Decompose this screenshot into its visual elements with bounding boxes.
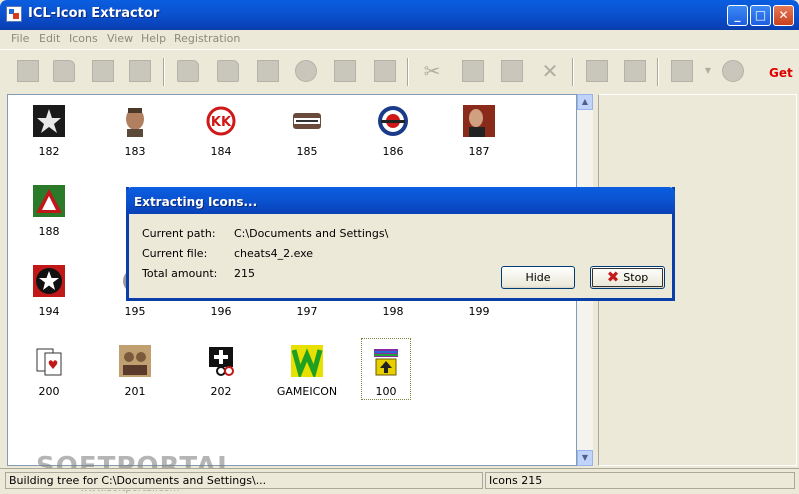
soldier-face-icon: [119, 105, 151, 137]
icon-cell[interactable]: 201: [100, 335, 170, 399]
app-icon: [6, 6, 22, 22]
title-bar[interactable]: ICL-Icon Extractor _ □ ✕: [0, 0, 799, 30]
icon-cell[interactable]: 183: [100, 95, 170, 159]
menu-file[interactable]: File: [11, 32, 29, 45]
icon-label: 100: [375, 385, 397, 398]
icon-cell[interactable]: 188: [14, 175, 84, 239]
stop-button[interactable]: ✖ Stop: [590, 266, 665, 289]
menu-view[interactable]: View: [107, 32, 133, 45]
stop-hand-icon[interactable]: [718, 56, 748, 86]
copy-icon[interactable]: [458, 56, 488, 86]
menu-bar: File Edit Icons View Help Registration: [0, 30, 799, 48]
icon-label: 186: [382, 145, 404, 158]
save-icon[interactable]: [88, 56, 118, 86]
puzzle-icon[interactable]: [253, 56, 283, 86]
hide-button[interactable]: Hide: [501, 266, 575, 289]
scroll-up-icon[interactable]: ▲: [577, 94, 593, 110]
stop-label: Stop: [623, 271, 649, 284]
icon-label: 201: [124, 385, 146, 398]
maximize-button[interactable]: □: [750, 5, 771, 26]
globe-icon[interactable]: [291, 56, 321, 86]
icon-cell[interactable]: ♥ 200: [14, 335, 84, 399]
current-path-label: Current path:: [142, 227, 216, 240]
delete-icon[interactable]: ✕: [535, 56, 565, 86]
winrar-box-icon: [370, 345, 402, 377]
symbol-icon: [205, 345, 237, 377]
window-title: ICL-Icon Extractor: [28, 6, 160, 21]
icon-cell[interactable]: 187: [444, 95, 514, 159]
icon-cell[interactable]: 186: [358, 95, 428, 159]
minimize-button[interactable]: _: [727, 5, 748, 26]
cards-icon: ♥: [33, 345, 65, 377]
black-star-icon: [33, 265, 65, 297]
current-path-value: C:\Documents and Settings\: [234, 227, 389, 240]
close-button[interactable]: ✕: [773, 5, 794, 26]
chevron-down-icon[interactable]: ▼: [703, 56, 713, 86]
menu-edit[interactable]: Edit: [39, 32, 60, 45]
green-w-icon: [291, 345, 323, 377]
warning-triangle-icon: [33, 185, 65, 217]
paste-icon[interactable]: [497, 56, 527, 86]
main-window: ICL-Icon Extractor _ □ ✕ File Edit Icons…: [0, 0, 799, 494]
status-message: Building tree for C:\Documents and Setti…: [5, 472, 483, 489]
star-icon: [33, 105, 65, 137]
icon-label: 185: [296, 145, 318, 158]
icon-cell[interactable]: 182: [14, 95, 84, 159]
stop-x-icon: ✖: [606, 268, 620, 286]
scroll-down-icon[interactable]: ▼: [577, 450, 593, 466]
folder-scan-icon[interactable]: [213, 56, 243, 86]
icon-cell[interactable]: 185: [272, 95, 342, 159]
status-icon-count: Icons 215: [485, 472, 795, 489]
cut-icon[interactable]: ✂: [417, 56, 447, 86]
icon-label: 200: [38, 385, 60, 398]
cubes-icon[interactable]: [330, 56, 360, 86]
book-icon[interactable]: [620, 56, 650, 86]
icon-label: 183: [124, 145, 146, 158]
icon-label: 184: [210, 145, 232, 158]
keyboard-icon[interactable]: [667, 56, 697, 86]
icon-label: 182: [38, 145, 60, 158]
icon-cell[interactable]: 194: [14, 255, 84, 319]
svg-text:♥: ♥: [48, 358, 59, 372]
icon-label: 188: [38, 225, 60, 238]
icon-label: GAMEICON: [276, 385, 338, 398]
icon-cell[interactable]: GAMEICON: [272, 335, 342, 399]
tree-icon[interactable]: [370, 56, 400, 86]
svg-text:KK: KK: [211, 115, 232, 130]
total-amount-label: Total amount:: [142, 267, 218, 280]
info-icon[interactable]: [582, 56, 612, 86]
icon-label: 199: [468, 305, 490, 318]
icon-label: 197: [296, 305, 318, 318]
kk-logo-icon: KK: [205, 105, 237, 137]
get-button[interactable]: Get: [769, 66, 793, 80]
icon-label: 202: [210, 385, 232, 398]
save-ico-icon[interactable]: [125, 56, 155, 86]
icon-cell-selected[interactable]: 100: [361, 338, 411, 400]
target-plane-icon: [377, 105, 409, 137]
agent-face-icon: [463, 105, 495, 137]
icon-label: 194: [38, 305, 60, 318]
menu-icons[interactable]: Icons: [69, 32, 98, 45]
battlefield-icon: [291, 105, 323, 137]
status-bar: Building tree for C:\Documents and Setti…: [0, 468, 799, 490]
icon-cell[interactable]: 202: [186, 335, 256, 399]
new-file-icon[interactable]: [13, 56, 43, 86]
menu-help[interactable]: Help: [141, 32, 166, 45]
icon-cell[interactable]: KK 184: [186, 95, 256, 159]
folder-add-icon[interactable]: [173, 56, 203, 86]
current-file-value: cheats4_2.exe: [234, 247, 314, 260]
open-folder-icon[interactable]: [49, 56, 79, 86]
icon-label: 198: [382, 305, 404, 318]
icon-label: 196: [210, 305, 232, 318]
toolbar: ✂ ✕ ▼: [0, 49, 799, 93]
dialog-title[interactable]: Extracting Icons...: [126, 187, 675, 214]
crowd-icon: [119, 345, 151, 377]
icon-label: 187: [468, 145, 490, 158]
current-file-label: Current file:: [142, 247, 208, 260]
icon-label: 195: [124, 305, 146, 318]
extracting-dialog: Extracting Icons... Current path: C:\Doc…: [126, 187, 675, 301]
total-amount-value: 215: [234, 267, 255, 280]
menu-registration[interactable]: Registration: [174, 32, 240, 45]
